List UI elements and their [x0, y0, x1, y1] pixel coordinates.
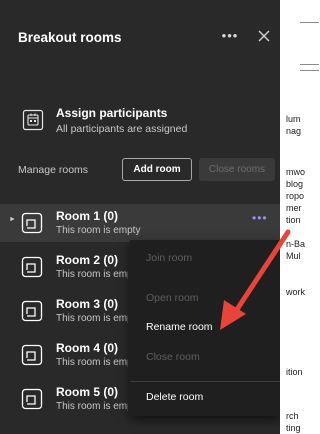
room-more-options-icon[interactable]: •••	[252, 211, 268, 225]
document-text: n-Ba	[286, 239, 306, 249]
document-text: ting	[286, 423, 301, 433]
assign-participants-title: Assign participants	[56, 106, 168, 120]
menu-item-rename-room[interactable]: Rename room	[130, 312, 280, 342]
document-rule	[300, 22, 319, 23]
close-icon-glyph	[258, 30, 270, 42]
menu-item-close-room[interactable]: Close room	[130, 342, 280, 372]
assign-participants-subtitle: All participants are assigned	[56, 123, 188, 135]
more-options-icon[interactable]: •••	[221, 29, 239, 43]
close-icon[interactable]	[256, 28, 272, 44]
document-text: lum	[286, 114, 301, 124]
room-name: Room 3 (0)	[56, 297, 119, 311]
room-status: This room is empty	[56, 269, 128, 280]
close-rooms-button[interactable]: Close rooms	[199, 158, 275, 181]
breakout-rooms-panel: Breakout rooms ••• Assign participants A…	[0, 0, 280, 434]
add-room-button[interactable]: Add room	[122, 158, 192, 181]
room-name: Room 4 (0)	[56, 341, 119, 355]
room-icon	[21, 212, 43, 234]
document-text: blog	[286, 179, 304, 189]
room-status: This room is empty	[56, 313, 128, 324]
document-text: work	[286, 287, 306, 297]
room-icon	[21, 256, 43, 278]
room-icon	[21, 344, 43, 366]
panel-title: Breakout rooms	[18, 30, 122, 45]
menu-item-delete-room[interactable]: Delete room	[130, 382, 280, 412]
room-icon	[21, 300, 43, 322]
background-document: lum nag mwo blog ropo mer tion n-Ba Mul …	[280, 0, 319, 434]
room-name: Room 5 (0)	[56, 385, 119, 399]
menu-item-open-room[interactable]: Open room	[130, 283, 280, 313]
room-status: This room is empty	[56, 401, 128, 412]
document-text: mer	[286, 203, 302, 213]
room-name: Room 1 (0)	[56, 209, 119, 223]
room-icon	[21, 388, 43, 410]
assign-participants-button[interactable]: Assign participants All participants are…	[18, 104, 268, 140]
room-context-menu: Join room Open room Rename room Close ro…	[130, 240, 280, 416]
document-text: tion	[286, 215, 301, 225]
room-status: This room is empty	[56, 225, 141, 236]
document-text: mwo	[286, 167, 306, 177]
document-text: rch	[286, 411, 299, 421]
document-rule	[300, 64, 319, 65]
document-rule	[300, 70, 319, 71]
manage-rooms-label: Manage rooms	[18, 164, 89, 176]
menu-item-join-room[interactable]: Join room	[130, 243, 280, 273]
room-row-1[interactable]: ► Room 1 (0) This room is empty •••	[0, 204, 280, 242]
document-text: Mul	[286, 251, 301, 261]
selected-caret-icon: ►	[9, 216, 16, 223]
document-text: nag	[286, 126, 302, 136]
room-status: This room is empty	[56, 357, 128, 368]
document-text: ition	[286, 367, 303, 377]
assign-participants-icon	[22, 109, 44, 131]
document-text: ropo	[286, 191, 305, 201]
room-name: Room 2 (0)	[56, 253, 119, 267]
